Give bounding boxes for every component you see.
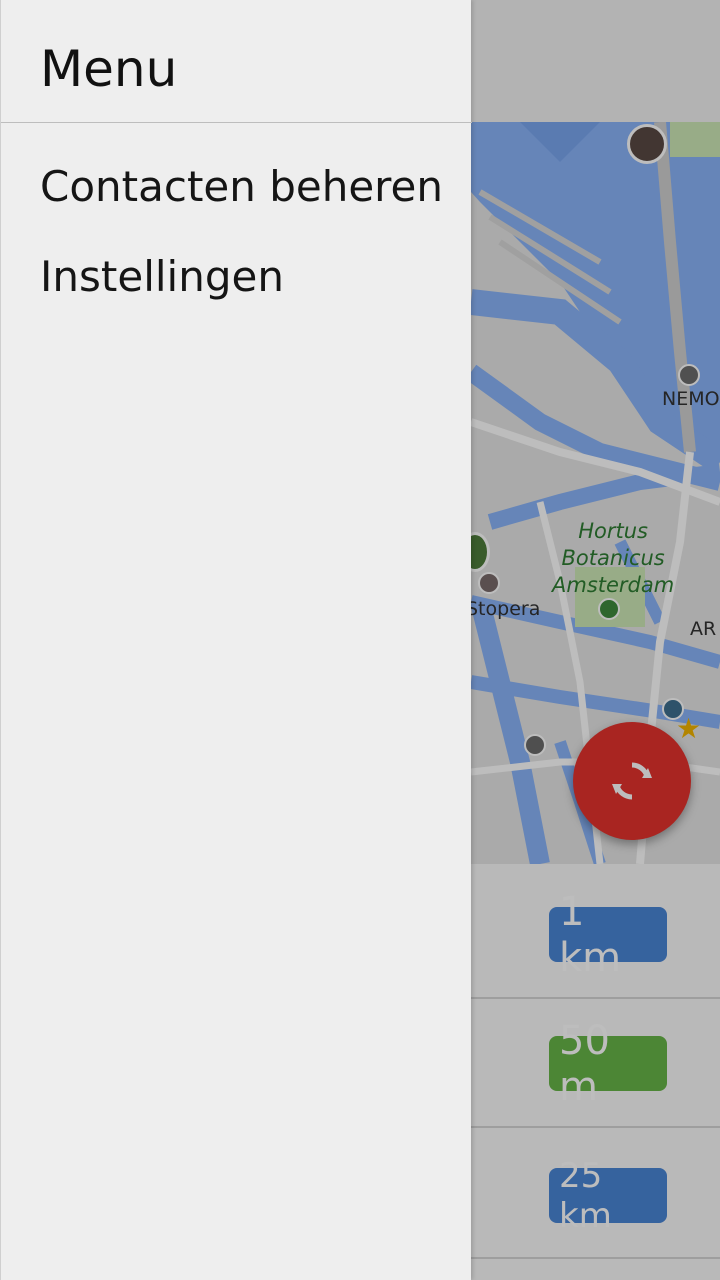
- menu-item-settings[interactable]: Instellingen: [1, 232, 472, 320]
- drawer-title: Menu: [40, 40, 178, 98]
- navigation-drawer: Menu Contacten beheren Instellingen: [0, 0, 472, 1280]
- menu-item-manage-contacts[interactable]: Contacten beheren: [1, 142, 472, 230]
- drawer-header: Menu: [1, 0, 472, 123]
- menu-item-label: Contacten beheren: [40, 161, 443, 211]
- menu-item-label: Instellingen: [40, 251, 284, 301]
